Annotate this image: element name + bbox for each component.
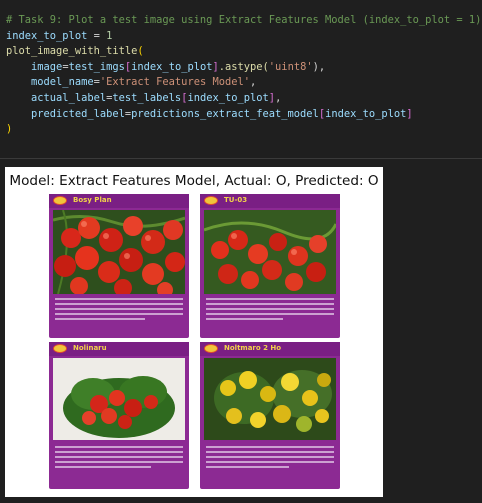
code-operator: = (87, 29, 107, 42)
code-var: test_labels (112, 91, 182, 104)
code-string: 'Extract Features Model' (99, 76, 250, 89)
code-param: model_name (31, 76, 94, 89)
code-bracket: ) (6, 123, 13, 136)
panel-description (55, 446, 183, 471)
code-cell[interactable]: # Task 9: Plot a test image using Extrac… (0, 0, 482, 158)
seed-packet-panel-4: Noltmaro 2 Ho (200, 342, 340, 489)
code-param: actual_label (31, 91, 107, 104)
panel-header: TU-03 (200, 194, 340, 208)
code-editor[interactable]: # Task 9: Plot a test image using Extrac… (6, 13, 481, 138)
figure-title: Model: Extract Features Model, Actual: O… (9, 173, 379, 189)
brand-logo-icon (204, 196, 218, 205)
code-bracket: ( (137, 45, 144, 58)
code-param: image (31, 60, 63, 73)
panel-header: Noltmaro 2 Ho (200, 342, 340, 356)
panel-description (55, 298, 183, 323)
panel-label: Nolinaru (73, 344, 107, 352)
seed-packet-panel-1: Bosy Plan (49, 194, 189, 338)
panel-header: Nolinaru (49, 342, 189, 356)
tomato-photo (53, 210, 185, 294)
code-punct: , (275, 91, 282, 104)
code-var: index_to_plot (131, 60, 213, 73)
code-method: .astype( (218, 60, 269, 73)
code-var: index_to_plot (6, 29, 88, 42)
code-var: index_to_plot (187, 91, 269, 104)
panel-label: Bosy Plan (73, 196, 112, 204)
code-param: predicted_label (31, 107, 125, 120)
panel-label: TU-03 (224, 196, 248, 204)
panel-description (206, 298, 334, 323)
tomato-photo (204, 358, 336, 440)
output-figure: Model: Extract Features Model, Actual: O… (5, 167, 383, 497)
brand-logo-icon (53, 344, 67, 353)
code-var: index_to_plot (325, 107, 407, 120)
seed-packet-panel-3: Nolinaru (49, 342, 189, 489)
panel-label: Noltmaro 2 Ho (224, 344, 282, 352)
code-var: test_imgs (68, 60, 125, 73)
tomato-photo (53, 358, 185, 440)
seed-packet-panel-2: TU-03 (200, 194, 340, 338)
code-var: predictions_extract_feat_model (131, 107, 319, 120)
code-function: plot_image_with_title (6, 45, 138, 58)
brand-logo-icon (204, 344, 218, 353)
brand-logo-icon (53, 196, 67, 205)
code-string: 'uint8' (268, 60, 313, 73)
code-number: 1 (106, 29, 113, 42)
code-punct: , (250, 76, 257, 89)
panel-description (206, 446, 334, 471)
code-comment: # Task 9: Plot a test image using Extrac… (6, 14, 482, 26)
code-punct: ), (312, 60, 326, 73)
panel-header: Bosy Plan (49, 194, 189, 208)
code-bracket: ] (406, 107, 413, 120)
tomato-photo (204, 210, 336, 294)
